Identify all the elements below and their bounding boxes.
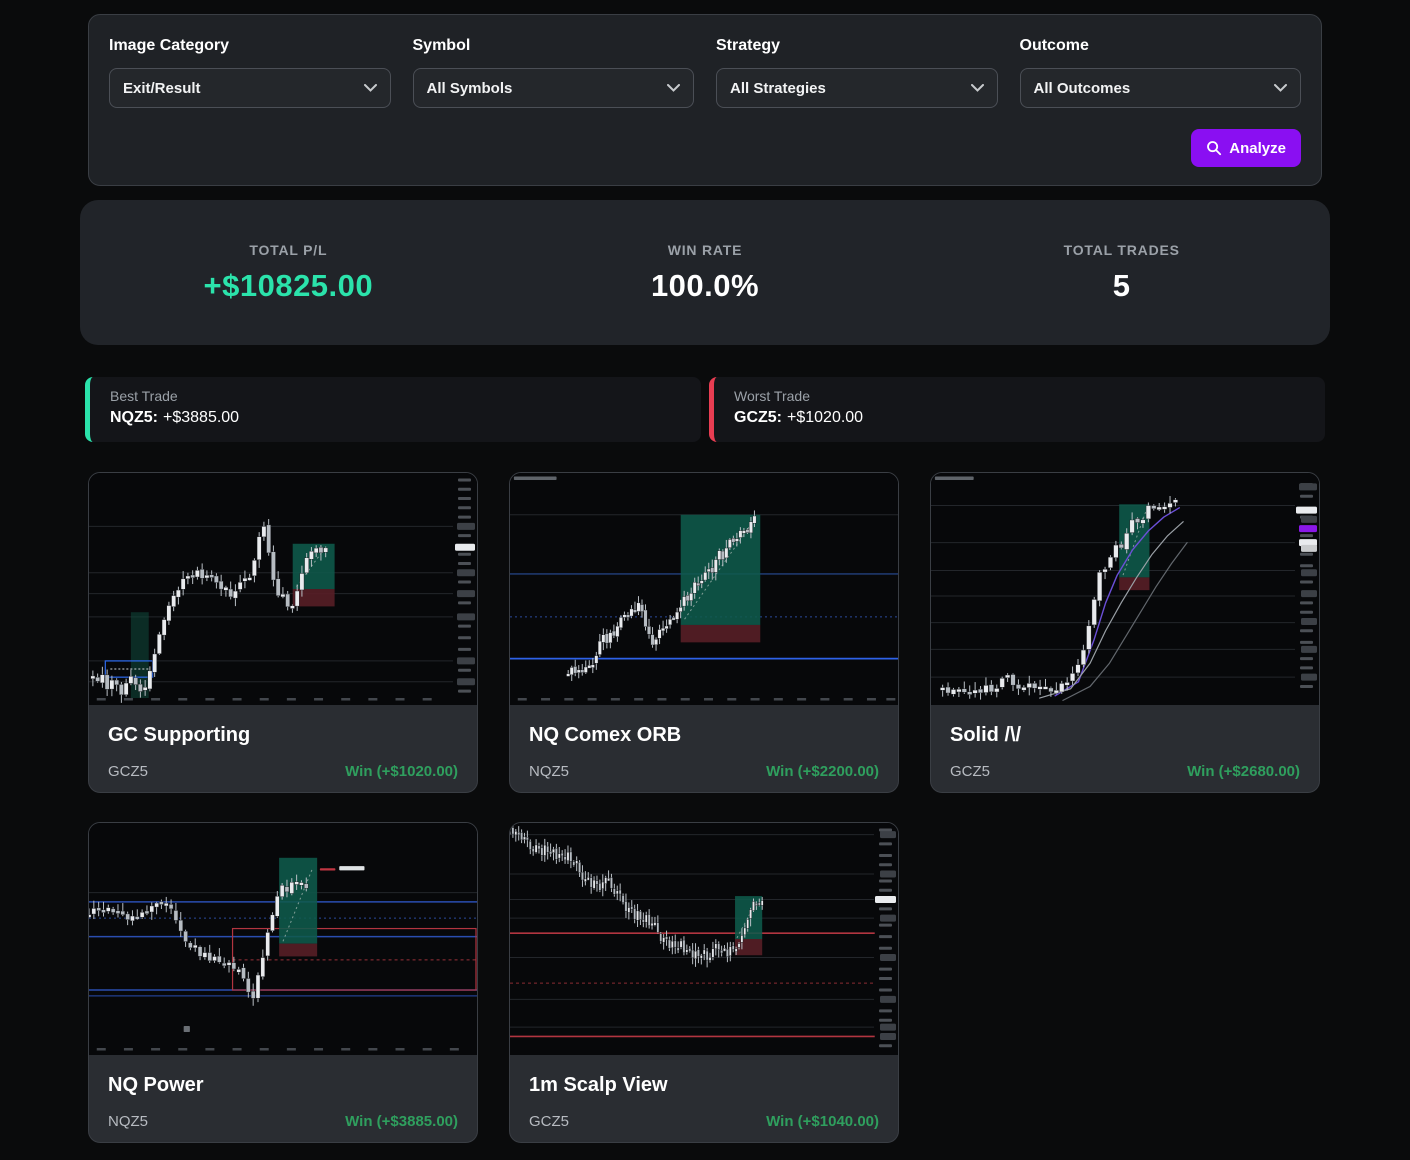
card-footer: NQ Comex ORB NQZ5 Win (+$2200.00) <box>510 705 898 780</box>
best-trade-value: NQZ5: +$3885.00 <box>110 409 681 427</box>
trade-card-nq-power[interactable]: NQ Power NQZ5 Win (+$3885.00) <box>88 822 478 1143</box>
trade-analysis-page: Image Category Exit/Result Symbol All Sy… <box>0 0 1410 1160</box>
trade-card-1m-scalp-view[interactable]: 1m Scalp View GCZ5 Win (+$1040.00) <box>509 822 899 1143</box>
win-rate-value: 100.0% <box>497 268 914 304</box>
card-title: NQ Power <box>108 1074 458 1097</box>
card-footer: Solid /\/ GCZ5 Win (+$2680.00) <box>931 705 1319 780</box>
selected-value: Exit/Result <box>123 80 201 97</box>
worst-trade-card: Worst Trade GCZ5: +$1020.00 <box>709 377 1325 442</box>
chevron-down-icon <box>1274 84 1287 92</box>
chevron-down-icon <box>971 84 984 92</box>
filter-label: Strategy <box>716 37 998 55</box>
card-title: Solid /\/ <box>950 724 1300 747</box>
card-symbol: GCZ5 <box>529 1113 569 1130</box>
card-footer: 1m Scalp View GCZ5 Win (+$1040.00) <box>510 1055 898 1130</box>
chart-thumbnail <box>89 823 477 1055</box>
trade-card-nq-comex-orb[interactable]: NQ Comex ORB NQZ5 Win (+$2200.00) <box>509 472 899 793</box>
candlestick-chart <box>510 823 898 1055</box>
filter-strategy: Strategy All Strategies <box>716 37 998 108</box>
chevron-down-icon <box>667 84 680 92</box>
card-title: GC Supporting <box>108 724 458 747</box>
outcome-select[interactable]: All Outcomes <box>1020 68 1302 108</box>
chart-thumbnail <box>510 473 898 705</box>
worst-trade-label: Worst Trade <box>734 388 1305 404</box>
chart-thumbnail <box>510 823 898 1055</box>
candlestick-chart <box>89 473 477 705</box>
stat-label: TOTAL P/L <box>80 242 497 258</box>
card-title: NQ Comex ORB <box>529 724 879 747</box>
card-symbol: GCZ5 <box>950 763 990 780</box>
symbol-select[interactable]: All Symbols <box>413 68 695 108</box>
image-category-select[interactable]: Exit/Result <box>109 68 391 108</box>
filter-panel: Image Category Exit/Result Symbol All Sy… <box>88 14 1322 186</box>
card-symbol: GCZ5 <box>108 763 148 780</box>
total-trades-value: 5 <box>913 268 1330 304</box>
card-symbol: NQZ5 <box>529 763 569 780</box>
card-result: Win (+$2680.00) <box>1187 763 1300 780</box>
best-trade-label: Best Trade <box>110 388 681 404</box>
candlestick-chart <box>510 473 898 705</box>
search-icon <box>1206 140 1222 156</box>
worst-trade-symbol: GCZ5: <box>734 409 782 426</box>
filter-label: Outcome <box>1020 37 1302 55</box>
best-trade-card: Best Trade NQZ5: +$3885.00 <box>85 377 701 442</box>
candlestick-chart <box>89 823 477 1055</box>
selected-value: All Symbols <box>427 80 513 97</box>
card-result: Win (+$1040.00) <box>766 1113 879 1130</box>
filter-label: Image Category <box>109 37 391 55</box>
stat-total-trades: TOTAL TRADES 5 <box>913 242 1330 304</box>
card-symbol: NQZ5 <box>108 1113 148 1130</box>
total-pl-value: +$10825.00 <box>80 268 497 304</box>
best-trade-amount: +$3885.00 <box>163 409 239 426</box>
card-result: Win (+$2200.00) <box>766 763 879 780</box>
worst-trade-value: GCZ5: +$1020.00 <box>734 409 1305 427</box>
card-footer: NQ Power NQZ5 Win (+$3885.00) <box>89 1055 477 1130</box>
card-footer: GC Supporting GCZ5 Win (+$1020.00) <box>89 705 477 780</box>
candlestick-chart <box>931 473 1319 705</box>
card-title: 1m Scalp View <box>529 1074 879 1097</box>
filter-image-category: Image Category Exit/Result <box>109 37 391 108</box>
trade-card-solid[interactable]: Solid /\/ GCZ5 Win (+$2680.00) <box>930 472 1320 793</box>
strategy-select[interactable]: All Strategies <box>716 68 998 108</box>
selected-value: All Strategies <box>730 80 826 97</box>
best-trade-symbol: NQZ5: <box>110 409 158 426</box>
chart-thumbnail <box>89 473 477 705</box>
card-result: Win (+$1020.00) <box>345 763 458 780</box>
chevron-down-icon <box>364 84 377 92</box>
trade-card-gc-supporting[interactable]: GC Supporting GCZ5 Win (+$1020.00) <box>88 472 478 793</box>
filter-outcome: Outcome All Outcomes <box>1020 37 1302 108</box>
worst-trade-amount: +$1020.00 <box>787 409 863 426</box>
stat-label: WIN RATE <box>497 242 914 258</box>
stat-label: TOTAL TRADES <box>913 242 1330 258</box>
selected-value: All Outcomes <box>1034 80 1131 97</box>
stat-total-pl: TOTAL P/L +$10825.00 <box>80 242 497 304</box>
card-result: Win (+$3885.00) <box>345 1113 458 1130</box>
analyze-button[interactable]: Analyze <box>1191 129 1301 167</box>
chart-thumbnail <box>931 473 1319 705</box>
filter-symbol: Symbol All Symbols <box>413 37 695 108</box>
stat-win-rate: WIN RATE 100.0% <box>497 242 914 304</box>
analyze-label: Analyze <box>1229 140 1286 157</box>
stats-bar: TOTAL P/L +$10825.00 WIN RATE 100.0% TOT… <box>80 200 1330 345</box>
filter-label: Symbol <box>413 37 695 55</box>
